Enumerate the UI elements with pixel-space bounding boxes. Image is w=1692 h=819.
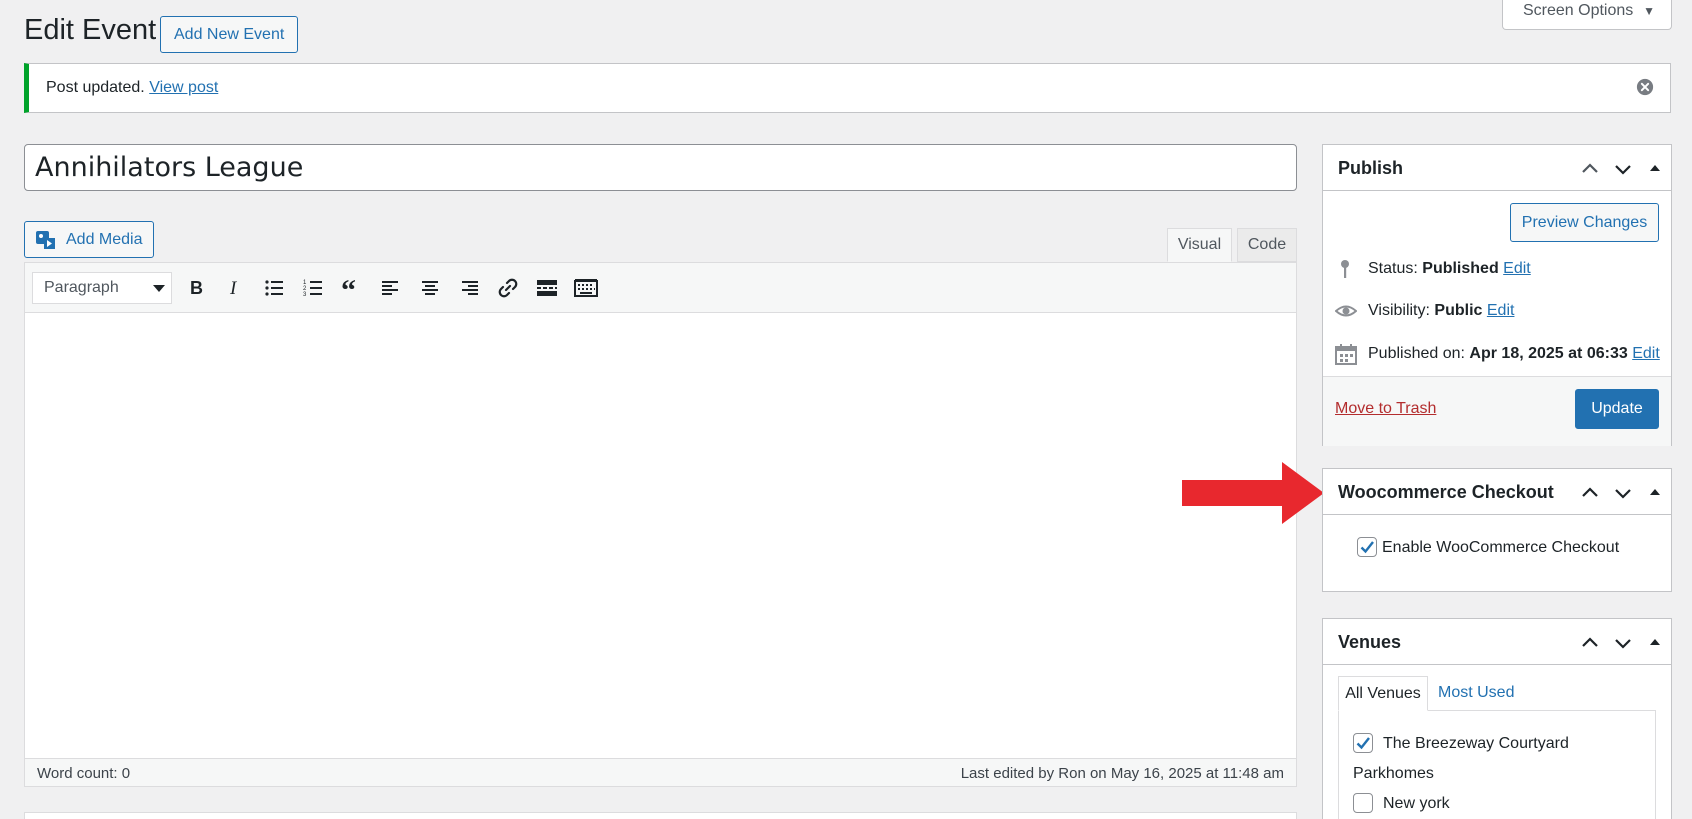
- woo-box-title: Woocommerce Checkout: [1338, 482, 1554, 502]
- annotation-arrow-icon: [1182, 462, 1324, 524]
- venue-checkbox-breezeway[interactable]: [1353, 733, 1373, 753]
- add-media-label: Add Media: [66, 231, 143, 248]
- page-title: Edit Event: [24, 14, 157, 46]
- collapse-toggle-icon[interactable]: [1645, 633, 1665, 653]
- editor-statusbar: Word count: 0 Last edited by Ron on May …: [25, 758, 1296, 786]
- link-icon[interactable]: [495, 275, 521, 301]
- published-on-row: Published on: Apr 18, 2025 at 06:33 Edit: [1335, 344, 1660, 365]
- venue-label: New york: [1383, 795, 1450, 812]
- venues-box-title: Venues: [1338, 632, 1402, 652]
- align-center-icon[interactable]: [417, 275, 443, 301]
- edit-date-link[interactable]: Edit: [1632, 345, 1660, 362]
- collapse-toggle-icon[interactable]: [1645, 483, 1665, 503]
- align-right-icon[interactable]: [456, 275, 482, 301]
- edit-status-link[interactable]: Edit: [1503, 260, 1531, 277]
- content-editor[interactable]: Paragraph B I 123 “ Word count: 0 Last e…: [24, 262, 1297, 787]
- publish-box: Publish Preview Changes Status: Publishe…: [1322, 144, 1672, 446]
- chevron-down-icon[interactable]: [1613, 159, 1633, 179]
- align-left-icon[interactable]: [378, 275, 404, 301]
- caret-down-icon: ▼: [1643, 4, 1655, 18]
- checkmark-icon: [1356, 737, 1370, 750]
- published-on-label: Published on:: [1368, 345, 1465, 362]
- svg-text:B: B: [190, 278, 203, 298]
- add-new-event-button[interactable]: Add New Event: [160, 16, 299, 53]
- venues-box-header: Venues: [1323, 619, 1671, 665]
- last-edited: Last edited by Ron on May 16, 2025 at 11…: [960, 765, 1284, 782]
- visibility-label: Visibility:: [1368, 302, 1430, 319]
- svg-text:3: 3: [303, 292, 307, 298]
- svg-text:“: “: [341, 278, 356, 298]
- dismiss-icon[interactable]: [1636, 78, 1654, 96]
- move-to-trash-link[interactable]: Move to Trash: [1335, 400, 1436, 418]
- publish-actions: Move to Trash Update: [1323, 376, 1671, 446]
- view-post-link[interactable]: View post: [149, 79, 218, 96]
- chevron-up-icon[interactable]: [1580, 159, 1600, 179]
- enable-woocommerce-checkbox[interactable]: [1357, 537, 1377, 557]
- chevron-up-icon[interactable]: [1580, 633, 1600, 653]
- eye-icon: [1335, 305, 1357, 317]
- checkmark-icon: [1360, 541, 1374, 554]
- notice-text: Post updated.: [46, 79, 145, 96]
- bold-icon[interactable]: B: [183, 275, 209, 301]
- next-metabox: [24, 812, 1297, 819]
- chevron-up-icon[interactable]: [1580, 483, 1600, 503]
- update-notice: Post updated. View post: [24, 63, 1671, 113]
- venue-checkbox-new-york[interactable]: [1353, 793, 1373, 813]
- collapse-toggle-icon[interactable]: [1645, 159, 1665, 179]
- preview-changes-button[interactable]: Preview Changes: [1510, 203, 1659, 242]
- venues-box: Venues All Venues Most Used The Breezewa…: [1322, 618, 1672, 819]
- visibility-value: Public: [1434, 302, 1483, 319]
- add-media-button[interactable]: Add Media: [24, 221, 154, 258]
- venue-label: Parkhomes: [1353, 765, 1434, 782]
- read-more-icon[interactable]: [534, 275, 560, 301]
- update-button[interactable]: Update: [1575, 389, 1659, 429]
- toolbar-toggle-icon[interactable]: [573, 275, 599, 301]
- venue-list-panel: The Breezeway Courtyard Parkhomes New yo…: [1338, 710, 1656, 819]
- calendar-icon: [1335, 344, 1357, 365]
- status-value: Published: [1422, 260, 1499, 277]
- numbered-list-icon[interactable]: 123: [300, 275, 326, 301]
- woocommerce-checkout-box: Woocommerce Checkout Enable WooCommerce …: [1322, 468, 1672, 592]
- visibility-row: Visibility: Public Edit: [1335, 302, 1514, 320]
- media-icon: [36, 231, 55, 249]
- post-title-input[interactable]: Annihilators League: [24, 144, 1297, 191]
- status-row: Status: Published Edit: [1335, 260, 1531, 278]
- woo-box-header: Woocommerce Checkout: [1323, 469, 1671, 515]
- chevron-down-icon: [153, 285, 165, 292]
- screen-options-button[interactable]: Screen Options ▼: [1502, 0, 1672, 30]
- italic-icon[interactable]: I: [222, 275, 248, 301]
- venue-label: The Breezeway Courtyard: [1383, 735, 1569, 752]
- notice-message: Post updated. View post: [46, 79, 218, 97]
- screen-options-label: Screen Options: [1523, 2, 1634, 19]
- bulleted-list-icon[interactable]: [261, 275, 287, 301]
- chevron-down-icon[interactable]: [1613, 633, 1633, 653]
- format-select-value: Paragraph: [44, 279, 119, 296]
- editor-toolbar: Paragraph B I 123 “: [25, 263, 1296, 313]
- publish-box-title: Publish: [1338, 158, 1404, 178]
- pin-icon: [1341, 260, 1349, 278]
- format-select[interactable]: Paragraph: [32, 272, 172, 304]
- published-on-value: Apr 18, 2025 at 06:33: [1469, 345, 1628, 362]
- word-count: Word count: 0: [37, 765, 131, 782]
- tab-most-used[interactable]: Most Used: [1438, 676, 1514, 711]
- tab-code[interactable]: Code: [1237, 228, 1297, 262]
- blockquote-icon[interactable]: “: [339, 275, 365, 301]
- status-label: Status:: [1368, 260, 1418, 277]
- tab-visual[interactable]: Visual: [1167, 228, 1232, 262]
- publish-box-header: Publish: [1323, 145, 1671, 191]
- chevron-down-icon[interactable]: [1613, 483, 1633, 503]
- edit-visibility-link[interactable]: Edit: [1487, 302, 1515, 319]
- tab-all-venues[interactable]: All Venues: [1338, 676, 1428, 711]
- svg-text:I: I: [229, 278, 238, 298]
- enable-woocommerce-label: Enable WooCommerce Checkout: [1382, 539, 1620, 556]
